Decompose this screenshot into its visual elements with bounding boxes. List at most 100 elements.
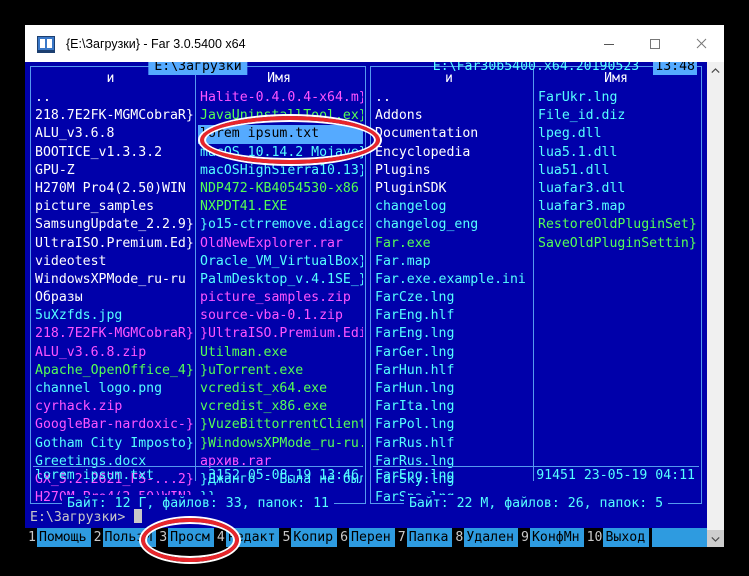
right-panel-path[interactable]: E:\Far30b5400.x64.20190523: [427, 62, 645, 75]
window-title-bar[interactable]: {E:\Загрузки} - Far 3.0.5400 x64: [25, 25, 724, 62]
left-panel-file-row[interactable]: source-vba-0.1.zip: [198, 307, 363, 325]
right-panel-file-row[interactable]: Far.exe.example.ini: [373, 271, 532, 289]
right-panel-file-row[interactable]: Documentation: [373, 125, 532, 143]
fkey-9[interactable]: 9 КонфМн: [518, 528, 584, 547]
right-panel-file-row[interactable]: ..: [373, 89, 532, 107]
left-panel-file-row[interactable]: picture_samples: [33, 198, 194, 216]
close-button[interactable]: [678, 25, 724, 62]
right-panel-file-row[interactable]: FarCze.lng: [373, 289, 532, 307]
right-panel-column-b[interactable]: FarUkr.lng File_id.diz lpeg.dll lua5.1.dll l…: [536, 89, 699, 253]
left-panel-file-row[interactable]: GPU-Z: [33, 162, 194, 180]
left-panel-file-row[interactable]: Halite-0.4.0.4-x64.m}: [198, 89, 363, 107]
left-panel-file-row[interactable]: lorem ipsum.txt: [198, 125, 363, 144]
right-panel-file-row[interactable]: FarGer.lng: [373, 344, 532, 362]
left-panel-file-row[interactable]: OldNewExplorer.rar: [198, 235, 363, 253]
right-panel-file-row[interactable]: RestoreOldPluginSet}: [536, 216, 699, 234]
left-panel-file-row[interactable]: ALU_v3.6.8: [33, 125, 194, 143]
fkey-4[interactable]: 4 Редакт: [214, 528, 280, 547]
right-panel-file-row[interactable]: Addons: [373, 107, 532, 125]
right-panel-file-row[interactable]: Far.map: [373, 253, 532, 271]
left-panel-file-row[interactable]: GoogleBar-nardoxic-}: [33, 416, 194, 434]
right-panel-file-row[interactable]: changelog: [373, 198, 532, 216]
left-panel-file-row[interactable]: BOOTICE_v1.3.3.2: [33, 144, 194, 162]
right-panel-file-row[interactable]: Encyclopedia: [373, 144, 532, 162]
left-panel-file-row[interactable]: }uTorrent.exe: [198, 362, 363, 380]
fkey-7[interactable]: 7 Папка: [395, 528, 453, 547]
left-panel-file-row[interactable]: }VuzeBittorrentClient}: [198, 416, 363, 434]
right-panel-file-row[interactable]: File_id.diz: [536, 107, 699, 125]
left-panel-file-row[interactable]: ..: [33, 89, 194, 107]
right-panel-file-row[interactable]: Far.exe: [373, 235, 532, 253]
right-panel-file-row[interactable]: Plugins: [373, 162, 532, 180]
minimize-button[interactable]: [586, 25, 632, 62]
right-panel-file-row[interactable]: lpeg.dll: [536, 125, 699, 143]
chevron-down-icon[interactable]: [707, 530, 724, 547]
left-panel-file-row[interactable]: vcredist_x86.exe: [198, 398, 363, 416]
left-panel-file-row[interactable]: H270M Pro4(2.50)WIN: [33, 180, 194, 198]
left-panel-file-row[interactable]: channel logo.png: [33, 380, 194, 398]
left-panel-file-row[interactable]: NDP472-KB4054530-x86: [198, 180, 363, 198]
right-panel-file-row[interactable]: FarRus.hlf: [373, 435, 532, 453]
fkey-2[interactable]: 2 ПользМ: [91, 528, 157, 547]
window-scrollbar[interactable]: [707, 62, 724, 547]
left-panel-file-row[interactable]: videotest: [33, 253, 194, 271]
right-panel-file-row[interactable]: FarUkr.lng: [536, 89, 699, 107]
scrollbar-thumb[interactable]: [707, 79, 724, 519]
right-panel-file-row[interactable]: FarEng.lng: [373, 325, 532, 343]
right-panel-file-row[interactable]: FarPol.lng: [373, 416, 532, 434]
left-panel-column-b[interactable]: Halite-0.4.0.4-x64.m}JavaUninstallTool.e…: [198, 89, 363, 507]
maximize-button[interactable]: [632, 25, 678, 62]
fkey-3[interactable]: 3 Просм: [156, 528, 214, 547]
command-line[interactable]: E:\Загрузки>: [30, 508, 143, 527]
left-panel-file-row[interactable]: Gotham City Imposto}: [33, 435, 194, 453]
left-panel-column-a[interactable]: .. 218.7E2FK-MGMCobraR} ALU_v3.6.8 BOOTICE_…: [33, 89, 194, 507]
right-panel-file-row[interactable]: luafar3.dll: [536, 180, 699, 198]
right-panel-column-a[interactable]: .. Addons Documentation Encyclopedia Plugins…: [373, 89, 532, 507]
left-panel-file-row[interactable]: Образы: [33, 289, 194, 307]
fkey-1[interactable]: 1 Помощь: [25, 528, 91, 547]
right-panel-file-row[interactable]: luafar3.map: [536, 198, 699, 216]
right-file-panel[interactable]: E:\Far30b5400.x64.20190523 13:48 и Имя .…: [370, 62, 702, 512]
left-panel-file-row[interactable]: SamsungUpdate_2.2.9}: [33, 216, 194, 234]
fkey-10[interactable]: 10 Выход: [584, 528, 650, 547]
left-panel-file-row[interactable]: macOS_10.14.2_Mojave}: [198, 144, 363, 162]
left-panel-file-row[interactable]: WindowsXPMode_ru-ru: [33, 271, 194, 289]
left-panel-file-row[interactable]: Apache_OpenOffice_4}: [33, 362, 194, 380]
right-panel-file-row[interactable]: changelog_eng: [373, 216, 532, 234]
left-panel-file-row[interactable]: cyrhack.zip: [33, 398, 194, 416]
left-panel-file-row[interactable]: PalmDesktop_v.4.1SE_}: [198, 271, 363, 289]
right-panel-file-row[interactable]: lua51.dll: [536, 162, 699, 180]
left-panel-path[interactable]: E:\Загрузки: [148, 62, 248, 75]
left-panel-file-row[interactable]: 5uXzfds.jpg: [33, 307, 194, 325]
left-panel-file-row[interactable]: vcredist_x64.exe: [198, 380, 363, 398]
left-panel-file-row[interactable]: UltraISO.Premium.Ed}: [33, 235, 194, 253]
left-panel-file-row[interactable]: NXPDT41.EXE: [198, 198, 363, 216]
left-panel-file-row[interactable]: 218.7E2FK-MGMCobraR}: [33, 107, 194, 125]
left-panel-file-row[interactable]: JavaUninstallTool.ex}: [198, 107, 363, 125]
left-file-panel[interactable]: E:\Загрузки и Имя .. 218.7E2FK-MGMCobraR}…: [30, 62, 366, 512]
left-panel-file-row[interactable]: }o15-ctrremove.diagca}: [198, 216, 363, 234]
left-panel-file-row[interactable]: 218.7E2FK-MGMCobraR}: [33, 325, 194, 343]
left-panel-file-row[interactable]: Utilman.exe: [198, 344, 363, 362]
chevron-up-icon[interactable]: [707, 62, 724, 79]
right-panel-file-row[interactable]: PluginSDK: [373, 180, 532, 198]
right-panel-file-row[interactable]: FarIta.lng: [373, 398, 532, 416]
far-console[interactable]: E:\Загрузки и Имя .. 218.7E2FK-MGMCobraR}…: [25, 62, 724, 547]
right-panel-file-row[interactable]: lua5.1.dll: [536, 144, 699, 162]
function-key-bar[interactable]: 1 Помощь 2 ПользМ 3 Просм 4 Редакт 5 Копир 6 Перен 7…: [25, 528, 707, 547]
fkey-6[interactable]: 6 Перен: [337, 528, 395, 547]
left-panel-file-row[interactable]: ALU_v3.6.8.zip: [33, 344, 194, 362]
left-panel-file-row[interactable]: }WindowsXPMode_ru-ru.}: [198, 435, 363, 453]
left-panel-file-row[interactable]: }UltraISO.Premium.Edi}: [198, 325, 363, 343]
fkey-8[interactable]: 8 Удален: [452, 528, 518, 547]
right-panel-file-row[interactable]: SaveOldPluginSettin}: [536, 235, 699, 253]
right-panel-file-row[interactable]: FarHun.hlf: [373, 362, 532, 380]
left-panel-file-row[interactable]: picture_samples.zip: [198, 289, 363, 307]
file-name-label: picture_samples: [35, 199, 155, 215]
left-panel-file-row[interactable]: Oracle_VM_VirtualBox}: [198, 253, 363, 271]
left-panel-file-row[interactable]: macOSHighSierra10.13}: [198, 162, 363, 180]
file-name-label: lua51.dll: [538, 162, 610, 178]
right-panel-file-row[interactable]: FarHun.lng: [373, 380, 532, 398]
fkey-5[interactable]: 5 Копир: [279, 528, 338, 547]
right-panel-file-row[interactable]: FarEng.hlf: [373, 307, 532, 325]
